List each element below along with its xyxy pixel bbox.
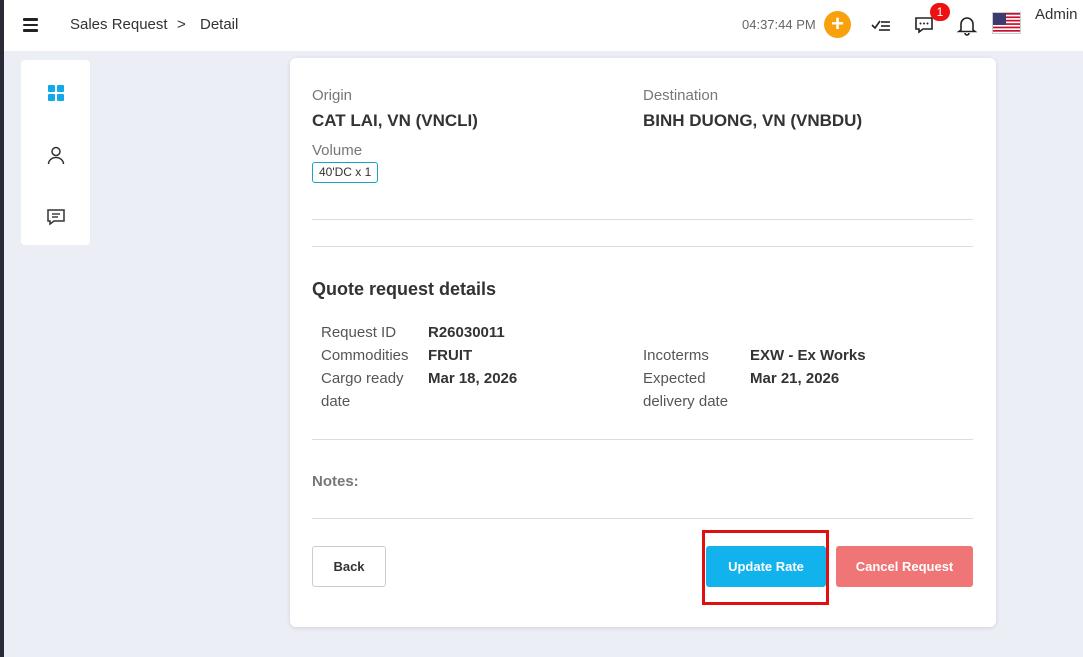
checklist-icon[interactable] <box>869 13 893 37</box>
request-detail-card: Origin CAT LAI, VN (VNCLI) Destination B… <box>290 58 996 627</box>
volume-chip: 40'DC x 1 <box>312 162 379 183</box>
message-icon[interactable] <box>45 206 67 228</box>
user-icon[interactable] <box>45 144 67 166</box>
volume-label: Volume <box>312 142 363 159</box>
destination-label: Destination <box>643 87 719 104</box>
dashboard-icon[interactable] <box>45 82 67 104</box>
expected-delivery-label: Expected <box>643 370 706 387</box>
expected-delivery-value: Mar 21, 2026 <box>750 370 840 387</box>
origin-label: Origin <box>312 87 353 104</box>
plus-icon[interactable]: + <box>824 11 851 38</box>
sidebar <box>21 60 90 245</box>
expected-delivery-label-line2: delivery date <box>643 393 729 410</box>
request-id-value: R26030011 <box>428 324 505 341</box>
breadcrumb-sales-request[interactable]: Sales Request <box>70 16 168 33</box>
notes-label: Notes: <box>312 473 359 490</box>
notification-badge: 1 <box>930 3 950 21</box>
cargo-ready-value: Mar 18, 2026 <box>428 370 518 387</box>
back-button[interactable]: Back <box>312 546 386 587</box>
divider <box>312 219 973 220</box>
window-edge <box>0 0 4 657</box>
cargo-ready-label-line2: date <box>321 393 351 410</box>
us-flag-icon[interactable] <box>992 12 1021 34</box>
divider <box>312 518 973 519</box>
divider <box>312 246 973 247</box>
request-id-label: Request ID <box>321 324 397 341</box>
breadcrumb-separator: > <box>177 16 186 33</box>
bell-icon[interactable] <box>955 13 979 37</box>
incoterms-label: Incoterms <box>643 347 709 364</box>
top-bar: Sales Request > Detail 04:37:44 PM + 1 A… <box>4 0 1083 51</box>
user-name[interactable]: Admin <box>1035 6 1078 23</box>
divider <box>312 439 973 440</box>
highlight-box <box>702 530 829 605</box>
menu-icon[interactable] <box>23 18 38 32</box>
destination-value: BINH DUONG, VN (VNBDU) <box>643 111 863 130</box>
section-title: Quote request details <box>312 279 497 299</box>
incoterms-value: EXW - Ex Works <box>750 347 866 364</box>
commodities-label: Commodities <box>321 347 409 364</box>
cancel-request-button[interactable]: Cancel Request <box>836 546 973 587</box>
origin-value: CAT LAI, VN (VNCLI) <box>312 111 478 130</box>
clock: 04:37:44 PM <box>742 17 816 32</box>
cargo-ready-label: Cargo ready <box>321 370 404 387</box>
commodities-value: FRUIT <box>428 347 473 364</box>
breadcrumb-detail: Detail <box>200 16 239 33</box>
